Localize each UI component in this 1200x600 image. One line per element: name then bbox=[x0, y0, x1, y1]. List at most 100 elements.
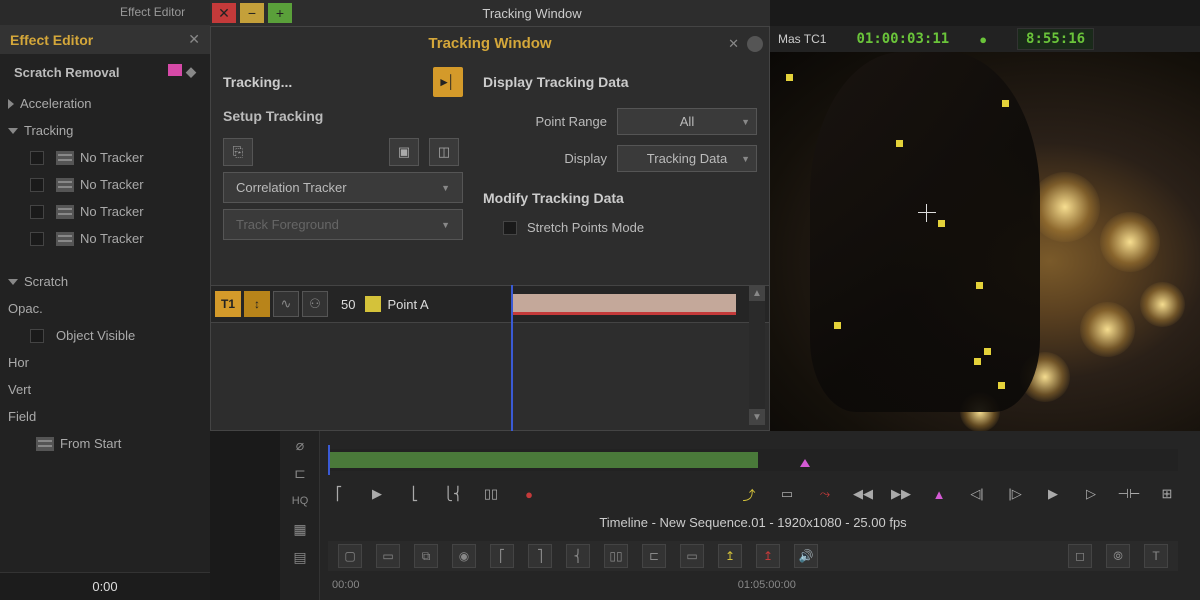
tool-button[interactable]: ↥ bbox=[718, 544, 742, 568]
close-icon[interactable]: ✕ bbox=[188, 31, 200, 48]
track-target-dropdown[interactable]: Track Foreground▼ bbox=[223, 209, 463, 240]
add-keyframe-button[interactable]: ▲ bbox=[928, 483, 950, 505]
from-start-row[interactable]: From Start bbox=[0, 430, 210, 457]
panel-menu-icon[interactable] bbox=[747, 36, 763, 52]
tracking-point[interactable] bbox=[938, 220, 945, 227]
param-scratch[interactable]: Scratch bbox=[0, 268, 210, 295]
tracking-point[interactable] bbox=[974, 358, 981, 365]
track-value[interactable]: 50 bbox=[341, 297, 355, 312]
tracking-crosshair[interactable] bbox=[918, 204, 936, 222]
tracker-row[interactable]: No Tracker bbox=[0, 171, 210, 198]
tracker-checkbox[interactable] bbox=[30, 205, 44, 219]
mark-clip-button[interactable]: ⎩⎨ bbox=[442, 483, 464, 505]
tool-button[interactable]: ⎨ bbox=[566, 544, 590, 568]
hq-toggle[interactable]: HQ bbox=[280, 487, 320, 515]
timeline-marker[interactable] bbox=[800, 459, 810, 467]
keyframe-icon[interactable]: ◆ bbox=[186, 64, 196, 79]
object-visible-checkbox[interactable] bbox=[30, 329, 44, 343]
play-loop-button[interactable]: ▷ bbox=[1080, 483, 1102, 505]
tool-button[interactable]: ↥ bbox=[756, 544, 780, 568]
grid-tool-icon[interactable]: ▦ bbox=[280, 515, 320, 543]
window-close-button[interactable]: ✕ bbox=[212, 3, 236, 23]
extract-button[interactable]: ⤴ bbox=[738, 483, 760, 505]
track-mode-button[interactable]: ↕ bbox=[244, 291, 270, 317]
tracking-point[interactable] bbox=[984, 348, 991, 355]
play-button[interactable]: ▶ bbox=[366, 483, 388, 505]
tool-button[interactable]: ▯▯ bbox=[604, 544, 628, 568]
settings-tool-icon[interactable]: ▤ bbox=[280, 543, 320, 571]
master-timecode[interactable]: 01:00:03:11 bbox=[856, 31, 949, 47]
tracking-point[interactable] bbox=[896, 140, 903, 147]
tracking-scrollbar[interactable]: ▲ ▼ bbox=[749, 285, 765, 425]
param-tracking[interactable]: Tracking bbox=[0, 117, 210, 144]
duration-timecode[interactable]: 8:55:16 bbox=[1017, 28, 1094, 50]
track-color-swatch[interactable] bbox=[365, 296, 381, 312]
tracker-config-button-2[interactable]: ◫ bbox=[429, 138, 459, 166]
mark-in-button[interactable]: ⎣ bbox=[404, 483, 426, 505]
link-tool-icon[interactable]: ⌀ bbox=[280, 431, 320, 459]
effect-button[interactable]: ⊞ bbox=[1156, 483, 1178, 505]
tool-button[interactable]: ⧉ bbox=[414, 544, 438, 568]
new-tracker-button[interactable]: ⎘ bbox=[223, 138, 253, 166]
tool-button[interactable]: ◻ bbox=[1068, 544, 1092, 568]
tool-button[interactable]: ⦾ bbox=[1106, 544, 1130, 568]
window-minimize-button[interactable]: − bbox=[240, 3, 264, 23]
tracker-row[interactable]: No Tracker bbox=[0, 225, 210, 252]
overwrite-button[interactable]: ⤳ bbox=[814, 483, 836, 505]
panel-tab[interactable]: Effect Editor bbox=[0, 0, 210, 25]
object-visible-row[interactable]: Object Visible bbox=[0, 322, 210, 349]
tool-button[interactable]: ⎡ bbox=[490, 544, 514, 568]
tracking-point[interactable] bbox=[976, 282, 983, 289]
scroll-up-button[interactable]: ▲ bbox=[749, 285, 765, 301]
tracker-checkbox[interactable] bbox=[30, 232, 44, 246]
lift-button[interactable]: ▭ bbox=[776, 483, 798, 505]
tracker-row[interactable]: No Tracker bbox=[0, 144, 210, 171]
go-to-start-button[interactable]: ⎡ bbox=[328, 483, 350, 505]
tracking-point[interactable] bbox=[834, 322, 841, 329]
tracker-type-dropdown[interactable]: Correlation Tracker▼ bbox=[223, 172, 463, 203]
tracker-checkbox[interactable] bbox=[30, 151, 44, 165]
step-forward-button[interactable]: |▷ bbox=[1004, 483, 1026, 505]
tool-button[interactable]: ▢ bbox=[338, 544, 362, 568]
timeline-playhead[interactable] bbox=[328, 445, 330, 475]
tool-button[interactable]: ▭ bbox=[376, 544, 400, 568]
clear-marks-button[interactable]: ▯▯ bbox=[480, 483, 502, 505]
tracking-point[interactable] bbox=[1002, 100, 1009, 107]
source-monitor[interactable] bbox=[770, 52, 1200, 432]
step-back-button[interactable]: ◁| bbox=[966, 483, 988, 505]
track-curve-button[interactable]: ∿ bbox=[273, 291, 299, 317]
tool-button[interactable]: ⊏ bbox=[642, 544, 666, 568]
record-button[interactable]: ● bbox=[518, 483, 540, 505]
fast-forward-button[interactable]: ▶▶ bbox=[890, 483, 912, 505]
track-person-button[interactable]: ⚇ bbox=[302, 291, 328, 317]
tool-button[interactable]: ◉ bbox=[452, 544, 476, 568]
tool-button[interactable]: ▭ bbox=[680, 544, 704, 568]
scroll-down-button[interactable]: ▼ bbox=[749, 409, 765, 425]
tracker-row[interactable]: No Tracker bbox=[0, 198, 210, 225]
audio-tool-button[interactable]: 🔊 bbox=[794, 544, 818, 568]
tracking-point[interactable] bbox=[998, 382, 1005, 389]
tracking-run-button[interactable]: ▸│ bbox=[433, 67, 463, 97]
point-range-dropdown[interactable]: All▼ bbox=[617, 108, 757, 135]
tracker-checkbox[interactable] bbox=[30, 178, 44, 192]
tracker-config-button[interactable]: ▣ bbox=[389, 138, 419, 166]
pin-tool-icon[interactable]: ⊏ bbox=[280, 459, 320, 487]
text-tool-button[interactable]: T bbox=[1144, 544, 1168, 568]
param-acceleration[interactable]: Acceleration bbox=[0, 90, 210, 117]
track-data-bar[interactable] bbox=[511, 294, 736, 314]
window-maximize-button[interactable]: + bbox=[268, 3, 292, 23]
play-out-button[interactable]: ▶ bbox=[1042, 483, 1064, 505]
tracking-point[interactable] bbox=[786, 74, 793, 81]
timeline-ruler[interactable] bbox=[328, 449, 1178, 471]
display-dropdown[interactable]: Tracking Data▼ bbox=[617, 145, 757, 172]
tool-button[interactable]: ⎤ bbox=[528, 544, 552, 568]
trim-button[interactable]: ⊣⊢ bbox=[1118, 483, 1140, 505]
close-icon[interactable]: ✕ bbox=[728, 36, 739, 52]
timecode-label[interactable]: Mas TC1 bbox=[778, 32, 826, 46]
track-enable-button[interactable]: T1 bbox=[215, 291, 241, 317]
stretch-mode-checkbox[interactable] bbox=[503, 221, 517, 235]
rewind-button[interactable]: ◀◀ bbox=[852, 483, 874, 505]
stretch-mode-row[interactable]: Stretch Points Mode bbox=[483, 214, 757, 241]
timeline-clip[interactable] bbox=[328, 452, 758, 468]
playhead[interactable] bbox=[511, 285, 513, 445]
